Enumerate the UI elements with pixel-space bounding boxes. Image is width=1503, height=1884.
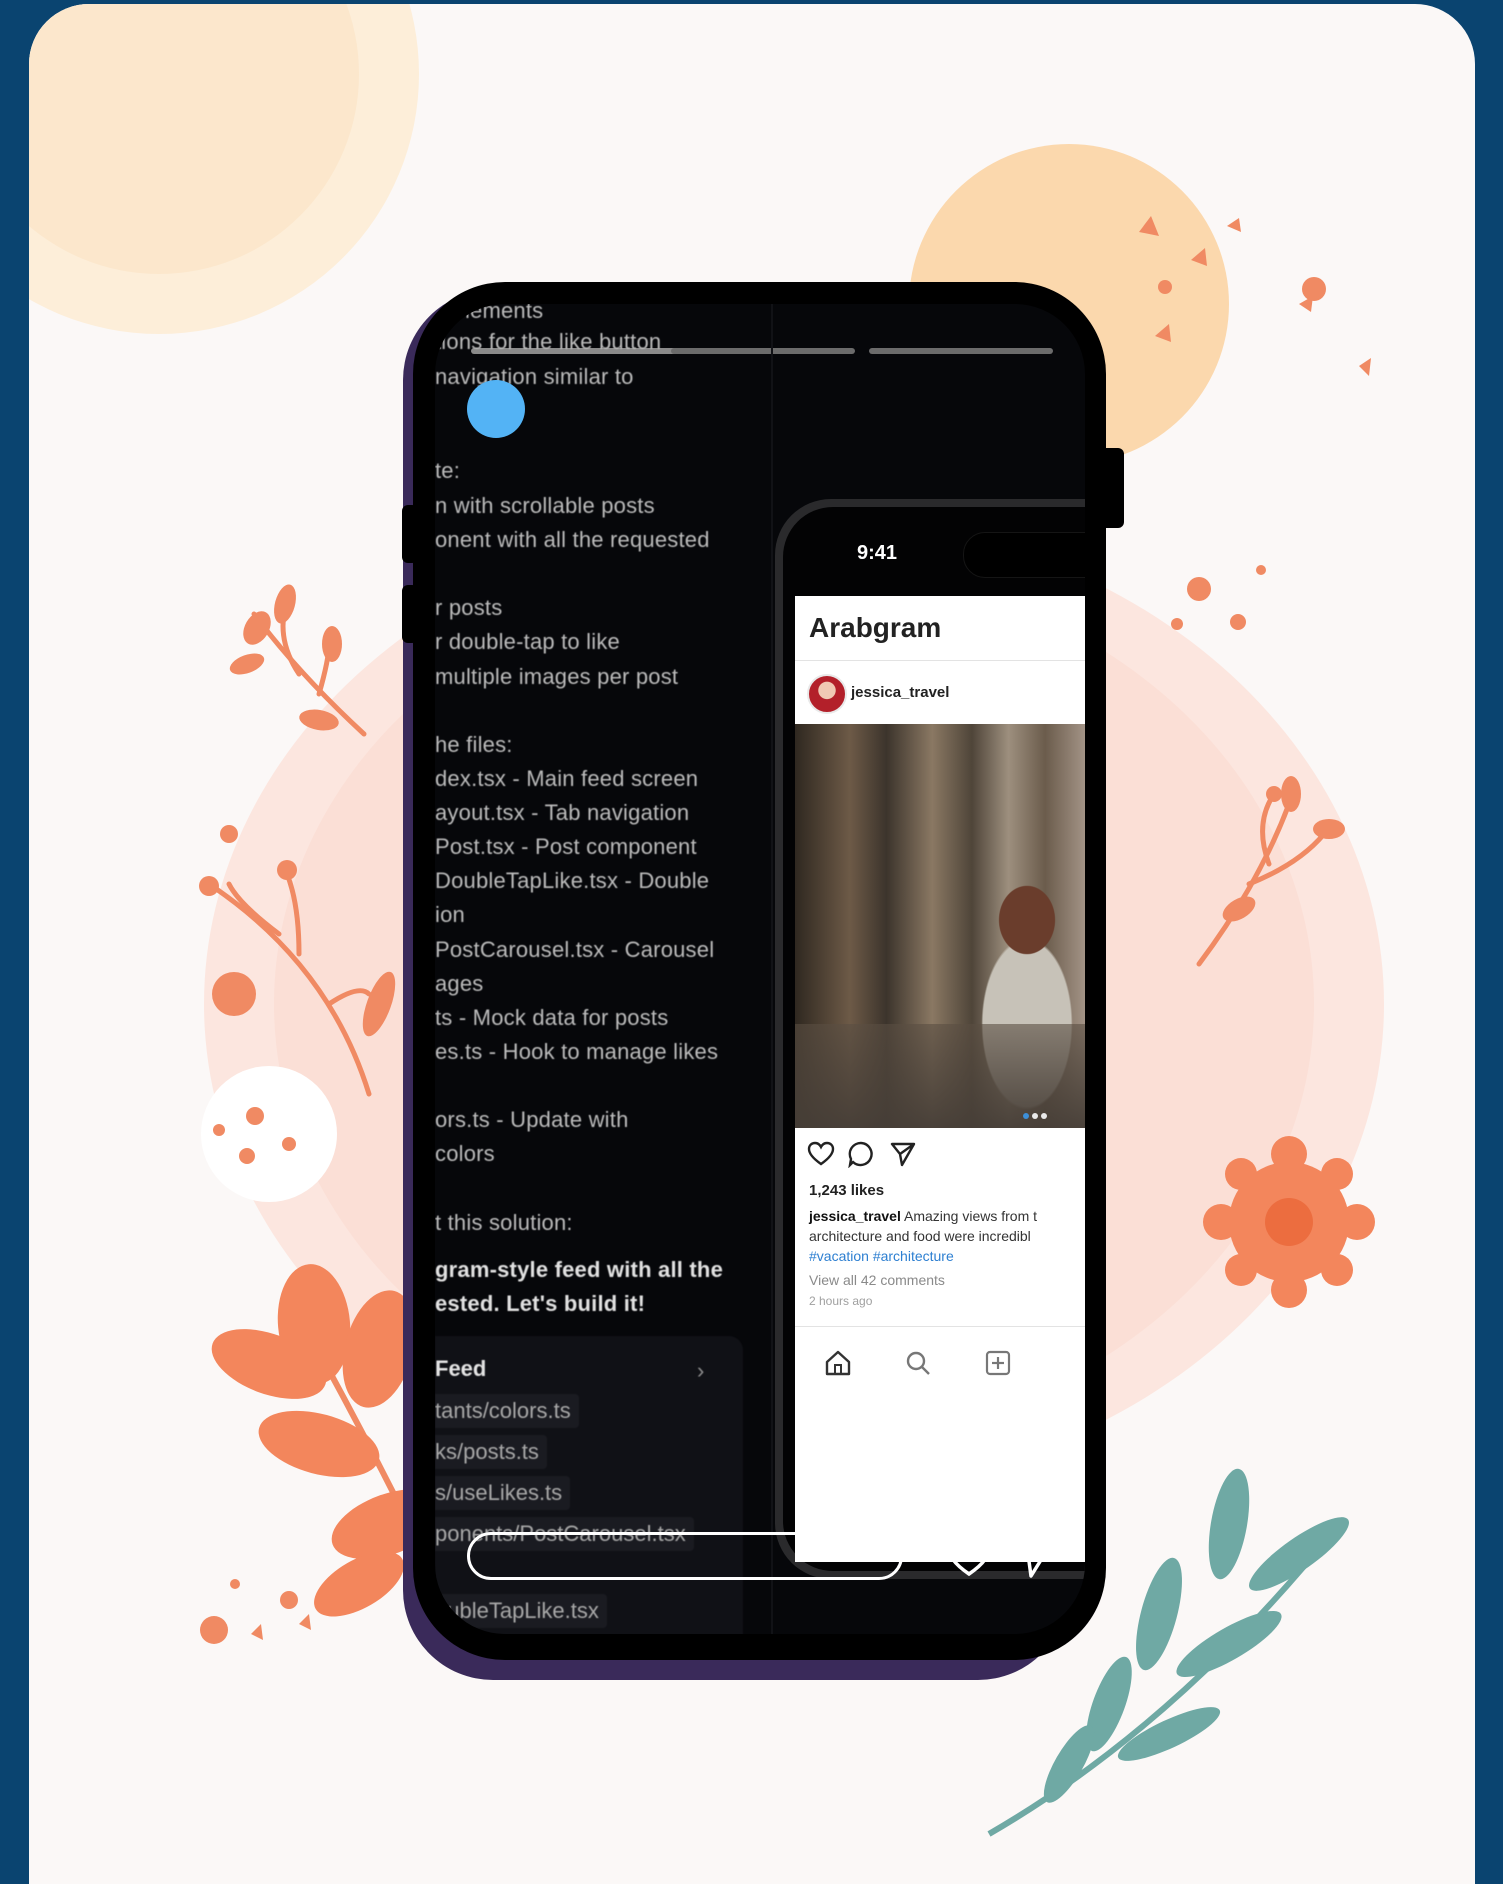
volume-up-button <box>402 505 418 563</box>
split-divider <box>771 304 773 1634</box>
power-button <box>1098 448 1124 528</box>
file-chip[interactable]: oubleTapLike.tsx <box>435 1594 607 1628</box>
comment-icon[interactable] <box>847 1140 875 1168</box>
chat-line: te: <box>435 458 461 483</box>
chat-line: navigation similar to <box>435 364 634 389</box>
view-comments-link[interactable]: View all 42 comments <box>809 1272 945 1288</box>
chat-line: es.ts - Hook to manage likes <box>435 1039 719 1064</box>
chat-line: s elements <box>435 304 544 323</box>
chat-line: ts - Mock data for posts <box>435 1005 669 1030</box>
app-title: Arabgram <box>809 612 942 643</box>
search-icon[interactable] <box>903 1348 933 1378</box>
file-chip[interactable]: s/useLikes.ts <box>435 1476 571 1510</box>
chat-line: PostCarousel.tsx - Carousel <box>435 937 715 962</box>
chat-line: dex.tsx - Main feed screen <box>435 766 699 791</box>
home-icon[interactable] <box>823 1348 853 1378</box>
chat-line: ested. Let's build it! <box>435 1291 646 1316</box>
chat-line: ayout.tsx - Tab navigation <box>435 800 690 825</box>
chat-line: tions for the like button <box>435 329 662 354</box>
chat-line: DoubleTapLike.tsx - Double <box>435 868 710 893</box>
chat-line: he files: <box>435 732 513 757</box>
chat-line: gram-style feed with all the <box>435 1257 724 1282</box>
touch-indicator <box>467 380 525 438</box>
phone-screen: s elements tions for the like button nav… <box>435 304 1085 1634</box>
story-reply-input[interactable] <box>467 1532 903 1580</box>
chevron-right-icon[interactable]: › <box>697 1358 704 1384</box>
chat-line: colors <box>435 1141 495 1166</box>
caption-text-1: Amazing views from t <box>903 1208 1038 1224</box>
chat-line: ages <box>435 971 484 996</box>
send-icon[interactable] <box>1007 1530 1059 1582</box>
chat-line: ion <box>435 902 465 927</box>
chat-line: multiple images per post <box>435 664 679 689</box>
chat-line: t this solution: <box>435 1210 573 1235</box>
post-caption: jessica_travel Amazing views from t arch… <box>809 1206 1085 1246</box>
add-post-icon[interactable] <box>983 1348 1013 1378</box>
volume-down-button <box>402 585 418 643</box>
caption-username[interactable]: jessica_travel <box>809 1208 901 1224</box>
code-assistant-text: s elements tions for the like button nav… <box>435 304 780 1634</box>
dynamic-island <box>963 532 1085 578</box>
share-icon[interactable] <box>889 1140 917 1168</box>
chat-line: ors.ts - Update with <box>435 1107 629 1132</box>
post-photo[interactable] <box>795 724 1085 1128</box>
hashtags[interactable]: #vacation #architecture <box>809 1248 954 1264</box>
file-chip[interactable]: tants/colors.ts <box>435 1394 579 1428</box>
status-time: 9:41 <box>857 542 898 564</box>
post-timestamp: 2 hours ago <box>809 1294 873 1308</box>
files-panel-title: Feed <box>435 1356 487 1381</box>
file-chip[interactable]: ks/posts.ts <box>435 1435 547 1469</box>
likes-count: 1,243 likes <box>809 1182 885 1199</box>
avatar[interactable] <box>807 674 847 714</box>
chat-line: Post.tsx - Post component <box>435 834 697 859</box>
heart-icon[interactable] <box>943 1530 995 1582</box>
post-username[interactable]: jessica_travel <box>851 684 949 701</box>
heart-icon[interactable] <box>807 1140 835 1168</box>
header-divider <box>795 660 1085 661</box>
chat-line: r double-tap to like <box>435 629 620 654</box>
chat-line: n with scrollable posts <box>435 493 655 518</box>
chat-line: onent with all the requested <box>435 527 710 552</box>
caption-text-2: architecture and food were incredibl <box>809 1228 1031 1244</box>
tabbar-divider <box>795 1326 1085 1327</box>
chat-line: r posts <box>435 595 503 620</box>
story-progress-segment-3 <box>869 348 1053 354</box>
arabgram-app-screen: Arabgram jessica_travel 1,243 likes jess… <box>795 596 1085 1562</box>
carousel-dots <box>1023 1106 1050 1124</box>
